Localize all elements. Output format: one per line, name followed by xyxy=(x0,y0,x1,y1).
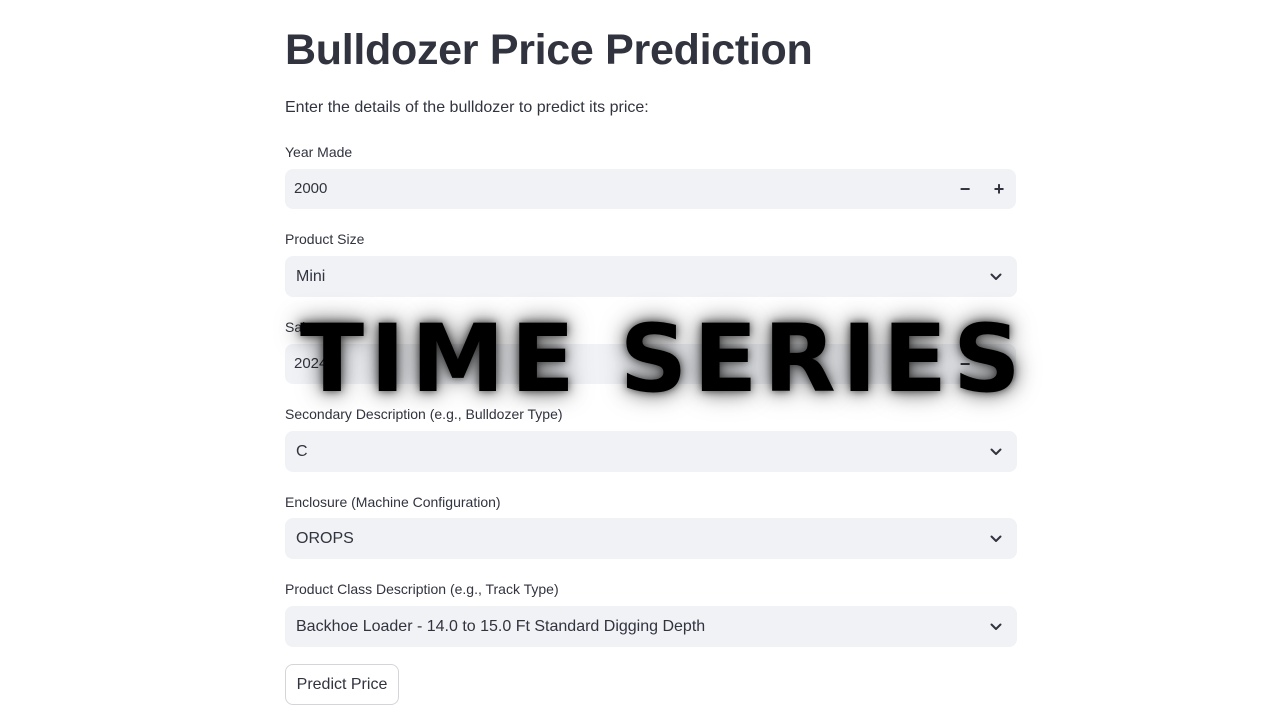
chevron-down-icon[interactable] xyxy=(989,620,1003,634)
year-made-decrement-button[interactable]: − xyxy=(949,169,981,209)
page-title: Bulldozer Price Prediction xyxy=(285,26,813,74)
product-size-value: Mini xyxy=(296,268,326,285)
chevron-down-icon[interactable] xyxy=(989,445,1003,459)
year-made-value: 2000 xyxy=(294,180,328,197)
year-made-input[interactable]: 2000 − + xyxy=(285,169,1016,209)
product-size-select[interactable]: Mini xyxy=(285,256,1017,297)
year-made-label: Year Made xyxy=(285,144,353,160)
product-class-label: Product Class Description (e.g., Track T… xyxy=(285,581,559,597)
chevron-down-icon[interactable] xyxy=(989,532,1003,546)
secondary-description-select[interactable]: C xyxy=(285,431,1017,472)
product-class-select[interactable]: Backhoe Loader - 14.0 to 15.0 Ft Standar… xyxy=(285,606,1017,647)
enclosure-select[interactable]: OROPS xyxy=(285,518,1017,559)
predict-price-button[interactable]: Predict Price xyxy=(285,664,399,705)
enclosure-label: Enclosure (Machine Configuration) xyxy=(285,494,501,510)
secondary-description-value: C xyxy=(296,443,308,460)
time-series-overlay-text: TIME SERIES xyxy=(300,305,1027,414)
enclosure-value: OROPS xyxy=(296,530,354,547)
intro-text: Enter the details of the bulldozer to pr… xyxy=(285,99,649,116)
product-size-label: Product Size xyxy=(285,231,365,247)
product-class-value: Backhoe Loader - 14.0 to 15.0 Ft Standar… xyxy=(296,618,706,635)
year-made-increment-button[interactable]: + xyxy=(983,169,1015,209)
chevron-down-icon[interactable] xyxy=(989,270,1003,284)
